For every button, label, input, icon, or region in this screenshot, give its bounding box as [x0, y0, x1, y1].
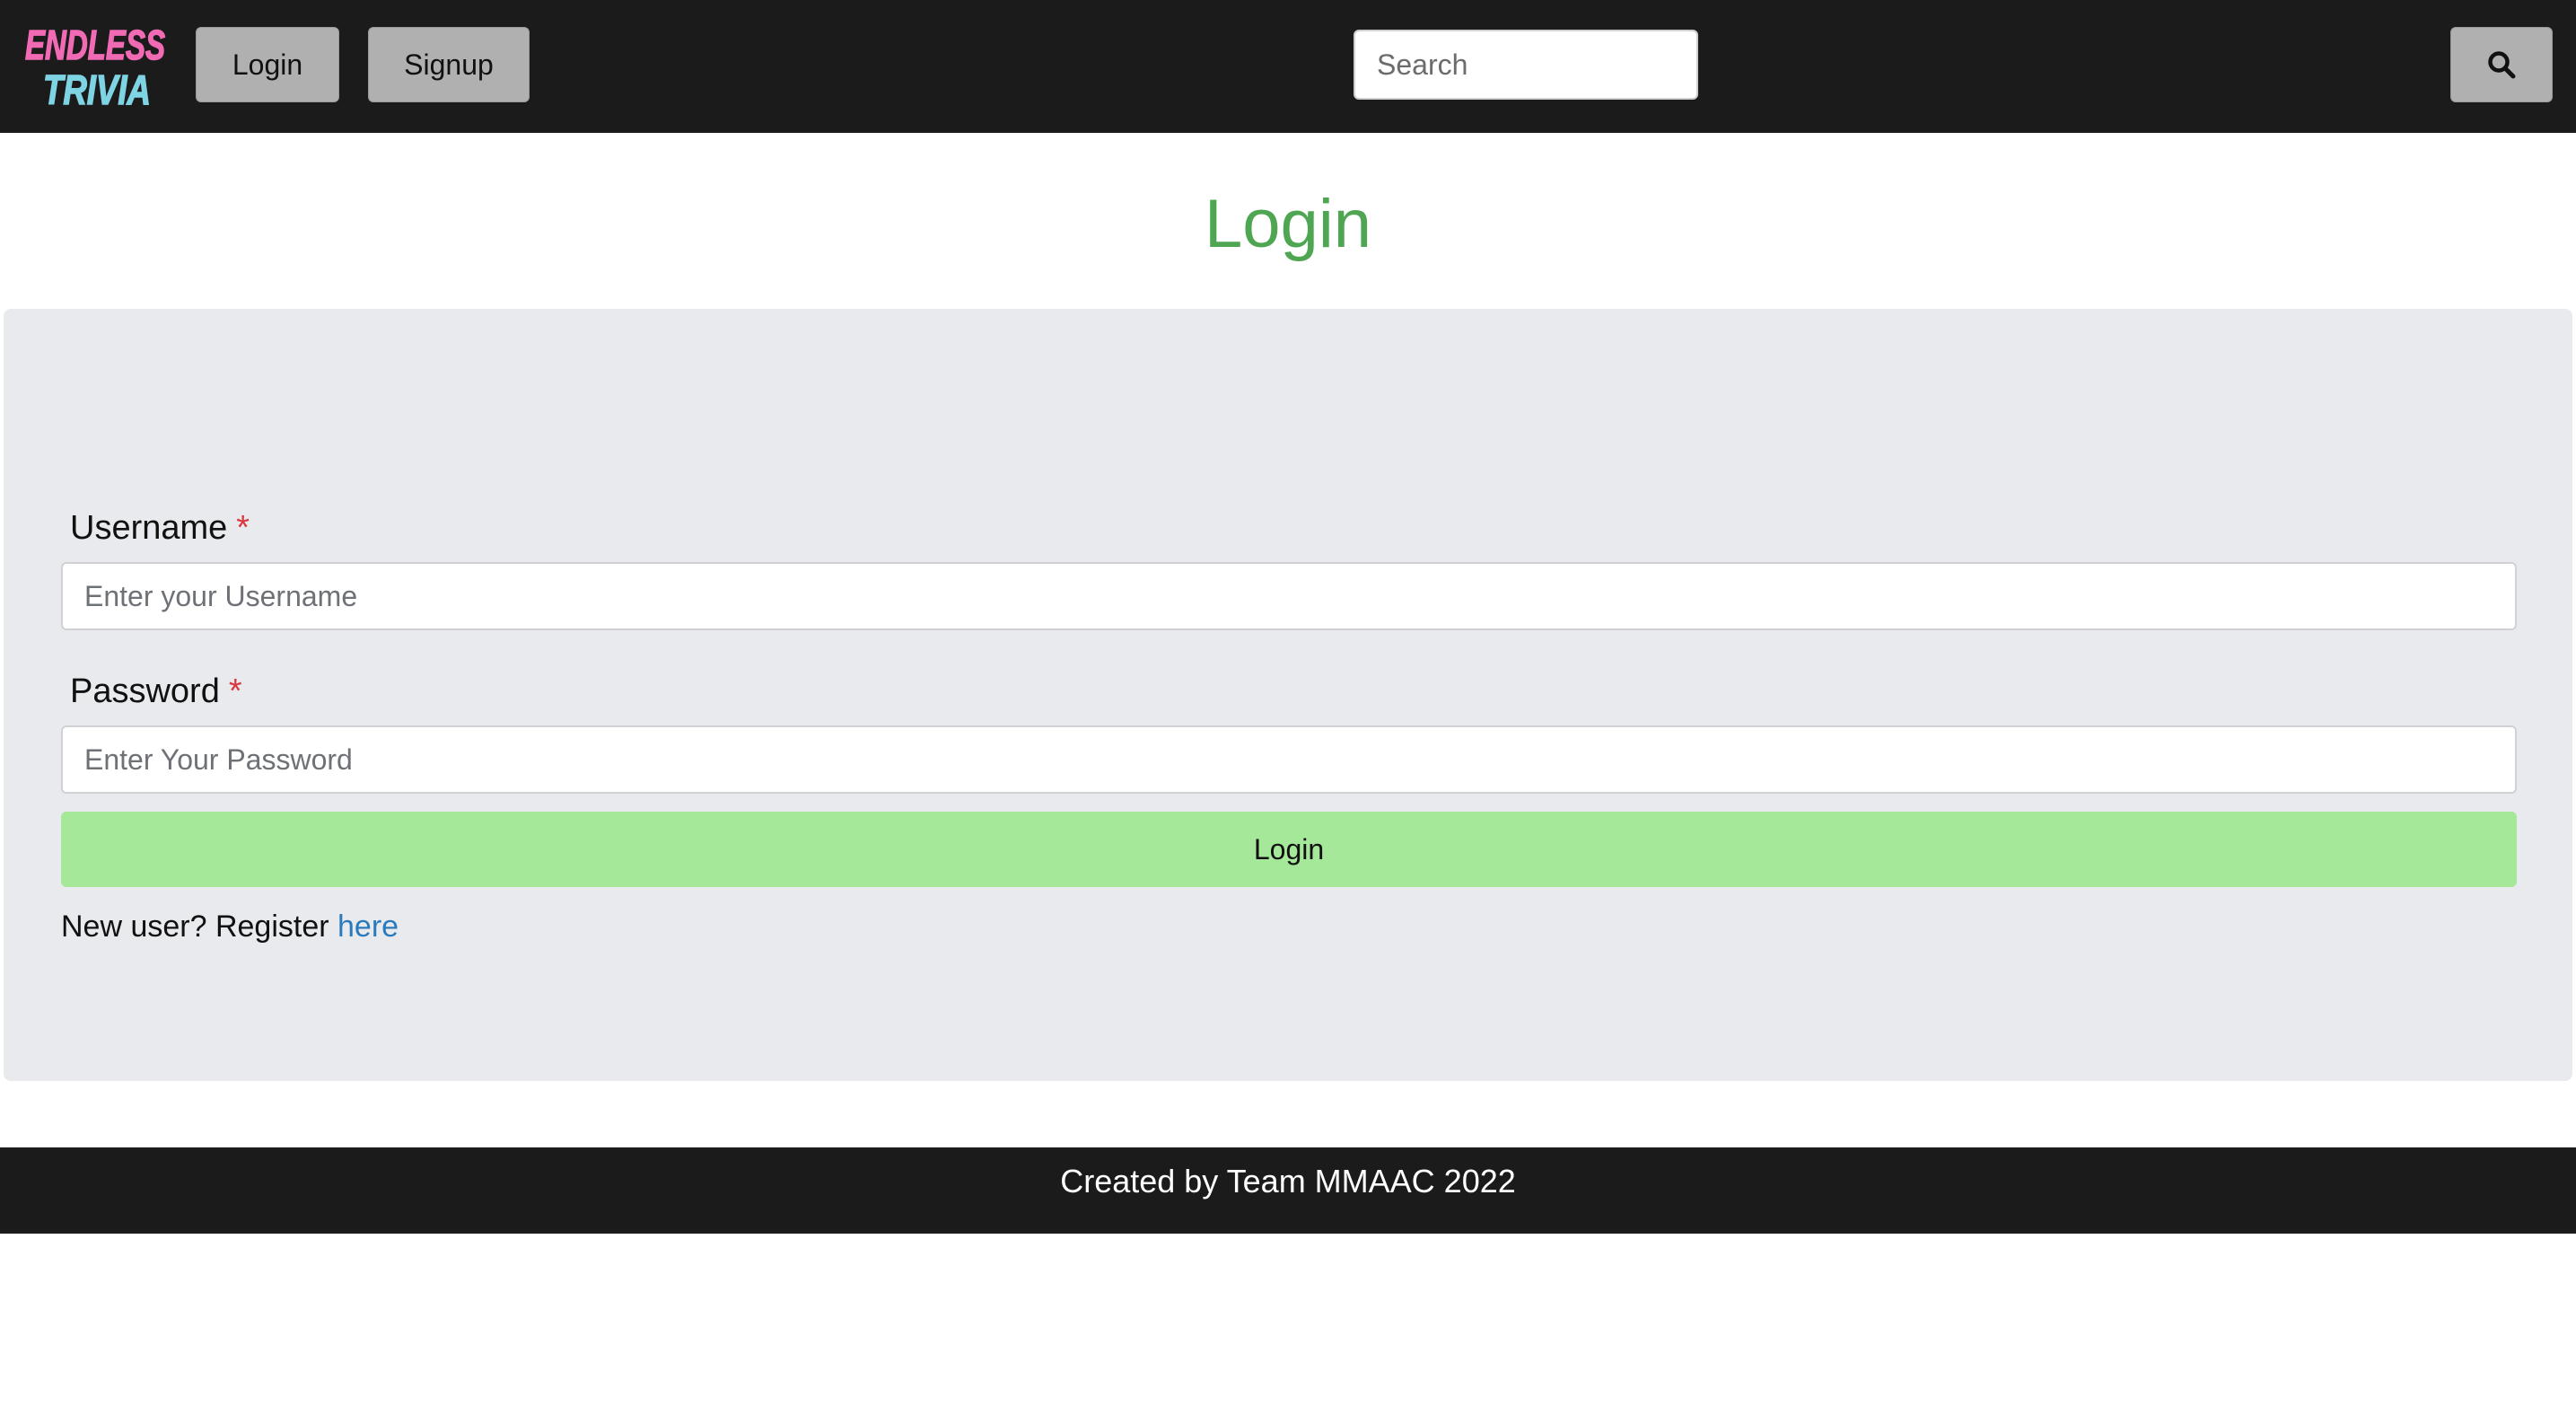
- search-button[interactable]: [2450, 27, 2553, 102]
- search-icon: [2488, 51, 2516, 79]
- username-field[interactable]: [61, 562, 2517, 630]
- username-label-text: Username: [70, 509, 228, 547]
- register-prefix-text: New user? Register: [61, 910, 329, 944]
- logo-line-2: TRIVIA: [43, 66, 151, 111]
- register-prompt: New user? Register here: [61, 907, 399, 946]
- footer-credit-text: Created by Team MMAAC 2022: [1060, 1163, 1516, 1199]
- search-input[interactable]: [1354, 30, 1698, 100]
- page-title: Login: [1205, 186, 1371, 262]
- register-link[interactable]: here: [337, 910, 399, 944]
- login-submit-button[interactable]: Login: [61, 812, 2517, 887]
- logo-graphic: ENDLESS TRIVIA: [24, 21, 166, 111]
- top-navbar: ENDLESS TRIVIA Login Signup: [0, 0, 2576, 133]
- username-label: Username *: [70, 506, 250, 549]
- page-footer: Created by Team MMAAC 2022: [0, 1147, 2576, 1234]
- password-required-mark: *: [228, 672, 242, 710]
- username-required-mark: *: [236, 509, 250, 547]
- nav-signup-button[interactable]: Signup: [368, 27, 530, 102]
- password-label: Password *: [70, 670, 242, 713]
- logo-line-1: ENDLESS: [25, 22, 165, 68]
- password-label-text: Password: [70, 672, 220, 710]
- password-field[interactable]: [61, 725, 2517, 794]
- endless-trivia-logo[interactable]: ENDLESS TRIVIA: [22, 18, 169, 111]
- login-form-panel: Username* Password* Login New user? Regi…: [4, 309, 2572, 1081]
- nav-login-button[interactable]: Login: [196, 27, 339, 102]
